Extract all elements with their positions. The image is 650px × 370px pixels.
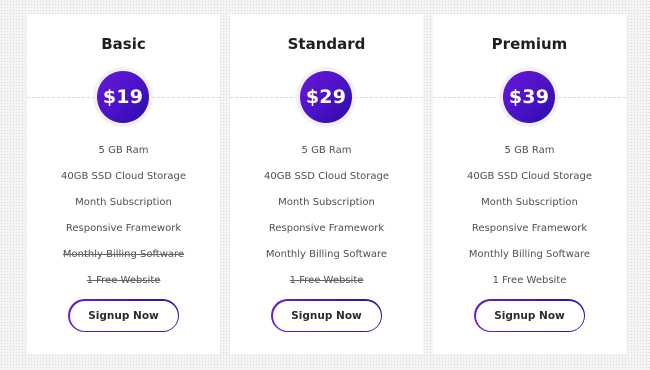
feature-text: 40GB SSD Cloud Storage [61, 171, 186, 182]
feature-item: 1 Free Website [27, 275, 220, 301]
feature-item: 40GB SSD Cloud Storage [230, 171, 423, 197]
feature-text: Responsive Framework [65, 223, 182, 234]
feature-item: 5 GB Ram [27, 145, 220, 171]
feature-item: Monthly Billing Software [27, 249, 220, 275]
signup-button-label: Signup Now [475, 300, 584, 331]
feature-text: 5 GB Ram [301, 145, 352, 156]
feature-text: 1 Free Website [492, 275, 567, 286]
price-value: $39 [503, 71, 555, 123]
feature-item: 40GB SSD Cloud Storage [433, 171, 626, 197]
feature-list: 5 GB Ram 40GB SSD Cloud Storage Month Su… [27, 145, 220, 301]
feature-item: Month Subscription [433, 197, 626, 223]
feature-item: 5 GB Ram [433, 145, 626, 171]
feature-item: Monthly Billing Software [230, 249, 423, 275]
feature-text: Responsive Framework [471, 223, 588, 234]
feature-text: Monthly Billing Software [468, 249, 591, 260]
plan-title: Basic [101, 35, 146, 53]
feature-text: Responsive Framework [268, 223, 385, 234]
feature-item: Responsive Framework [230, 223, 423, 249]
feature-item: Responsive Framework [433, 223, 626, 249]
feature-text: 40GB SSD Cloud Storage [467, 171, 592, 182]
feature-item: 40GB SSD Cloud Storage [27, 171, 220, 197]
feature-item: Month Subscription [230, 197, 423, 223]
feature-item: Responsive Framework [27, 223, 220, 249]
price-value: $19 [97, 71, 149, 123]
feature-item: 1 Free Website [230, 275, 423, 301]
pricing-card-standard: Standard $29 5 GB Ram 40GB SSD Cloud Sto… [230, 14, 423, 354]
feature-text: 5 GB Ram [504, 145, 555, 156]
signup-button[interactable]: Signup Now [474, 299, 585, 332]
signup-button[interactable]: Signup Now [271, 299, 382, 332]
price-badge: $29 [296, 67, 356, 127]
feature-item: 1 Free Website [433, 275, 626, 301]
feature-list: 5 GB Ram 40GB SSD Cloud Storage Month Su… [230, 145, 423, 301]
price-badge: $39 [499, 67, 559, 127]
feature-text: 5 GB Ram [98, 145, 149, 156]
feature-text: Month Subscription [278, 197, 375, 208]
price-value: $29 [300, 71, 352, 123]
plan-title: Premium [491, 35, 568, 53]
price-badge: $19 [93, 67, 153, 127]
feature-text: Month Subscription [75, 197, 172, 208]
feature-text: 1 Free Website [86, 275, 161, 286]
feature-text: 1 Free Website [289, 275, 364, 286]
signup-button-label: Signup Now [272, 300, 381, 331]
feature-item: Monthly Billing Software [433, 249, 626, 275]
plan-title: Standard [287, 35, 366, 53]
feature-item: Month Subscription [27, 197, 220, 223]
feature-text: 40GB SSD Cloud Storage [264, 171, 389, 182]
pricing-card-premium: Premium $39 5 GB Ram 40GB SSD Cloud Stor… [433, 14, 626, 354]
feature-text: Month Subscription [481, 197, 578, 208]
signup-button[interactable]: Signup Now [68, 299, 179, 332]
feature-list: 5 GB Ram 40GB SSD Cloud Storage Month Su… [433, 145, 626, 301]
feature-text: Monthly Billing Software [265, 249, 388, 260]
feature-item: 5 GB Ram [230, 145, 423, 171]
pricing-card-basic: Basic $19 5 GB Ram 40GB SSD Cloud Storag… [27, 14, 220, 354]
signup-button-label: Signup Now [69, 300, 178, 331]
feature-text: Monthly Billing Software [62, 249, 185, 260]
pricing-page: Basic $19 5 GB Ram 40GB SSD Cloud Storag… [0, 0, 650, 370]
